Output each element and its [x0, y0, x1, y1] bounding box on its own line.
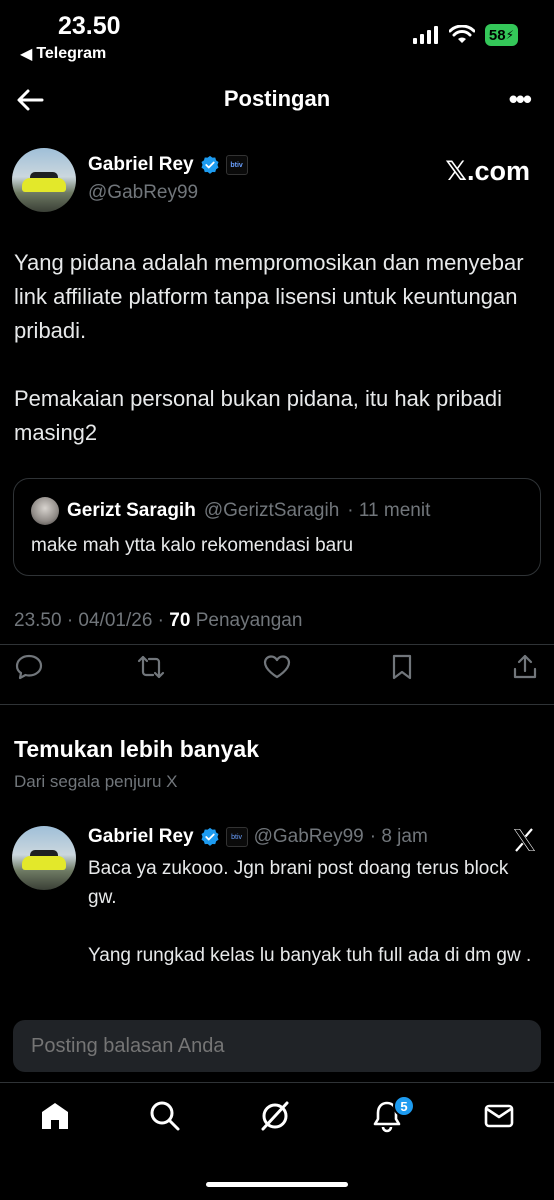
views-count[interactable]: 70 — [169, 610, 190, 631]
feed-post-body: Baca ya zukooo. Jgn brani post doang ter… — [88, 854, 538, 999]
wifi-icon — [448, 25, 475, 43]
x-logo-icon — [514, 828, 535, 852]
feed-post-paragraph: Yang rungkad kelas lu banyak tuh full ad… — [88, 945, 532, 966]
affiliate-badge[interactable]: btiv — [225, 827, 248, 847]
like-heart-icon[interactable] — [262, 652, 292, 682]
feed-post-header: Gabriel Rey btiv @GabRey99 · 8 jam — [88, 826, 428, 848]
status-time: 23.50 — [58, 12, 121, 40]
page-title: Postingan — [223, 86, 331, 111]
section-subtitle: Dari segala penjuru X — [14, 772, 178, 791]
search-icon[interactable] — [148, 1099, 182, 1133]
bookmark-icon[interactable] — [387, 652, 417, 682]
author-name[interactable]: Gabriel Rey — [88, 154, 194, 176]
feed-author-name[interactable]: Gabriel Rey — [88, 826, 194, 848]
back-triangle-icon: ◀ — [20, 46, 33, 63]
verified-badge-icon — [201, 827, 219, 846]
battery-level: 58 — [488, 26, 506, 44]
grok-icon[interactable] — [258, 1099, 292, 1133]
reply-icon[interactable] — [14, 652, 44, 682]
post-paragraph: Pemakaian personal bukan pidana, itu hak… — [14, 386, 502, 445]
author-name-row[interactable]: Gabriel Rey btiv — [88, 154, 248, 176]
feed-post[interactable]: Gabriel Rey btiv @GabRey99 · 8 jam Baca … — [12, 826, 542, 1006]
verified-badge-icon — [201, 155, 219, 174]
reply-bar — [0, 1006, 554, 1082]
author-handle[interactable]: @GabRey99 — [88, 182, 198, 204]
post-paragraph: Yang pidana adalah mempromosikan dan men… — [14, 250, 524, 343]
status-bar: 23.50 ◀ Telegram 58 ⚡ — [0, 0, 554, 70]
charging-icon: ⚡ — [505, 28, 514, 42]
messages-mail-icon[interactable] — [482, 1099, 516, 1133]
divider — [0, 644, 554, 645]
repost-icon[interactable] — [136, 652, 166, 682]
battery-indicator: 58 ⚡ — [484, 24, 518, 46]
reply-input[interactable] — [13, 1020, 541, 1072]
back-to-app-link[interactable]: ◀ Telegram — [20, 44, 106, 64]
signal-icon — [412, 26, 438, 44]
home-icon[interactable] — [38, 1099, 72, 1133]
feed-author-handle[interactable]: @GabRey99 — [254, 826, 364, 848]
divider — [0, 704, 554, 705]
post-timestamp: 23.50 · 04/01/26 · — [14, 610, 170, 631]
quote-avatar — [31, 497, 59, 525]
post-meta: 23.50 · 04/01/26 · 70 Penayangan — [14, 610, 302, 632]
quote-time: · 11 menit — [347, 500, 431, 521]
quoted-post[interactable]: Gerizt Saragih @GeriztSaragih · 11 menit… — [13, 478, 541, 576]
quote-author-name: Gerizt Saragih — [67, 500, 196, 521]
back-app-label: Telegram — [36, 45, 107, 62]
views-label: Penayangan — [190, 610, 303, 631]
quote-text: make mah ytta kalo rekomendasi baru — [31, 535, 354, 556]
share-icon[interactable] — [510, 652, 540, 682]
quote-author-handle: @GeriztSaragih — [203, 500, 340, 521]
quote-header: Gerizt Saragih @GeriztSaragih · 11 menit — [31, 497, 430, 525]
avatar[interactable] — [12, 826, 76, 890]
home-indicator — [206, 1182, 348, 1187]
x-com-watermark: 𝕏.com — [445, 156, 530, 186]
more-options-icon[interactable]: ••• — [509, 84, 532, 115]
feed-post-time: · 8 jam — [369, 826, 428, 847]
avatar[interactable] — [12, 148, 76, 212]
post-author: Gabriel Rey btiv @GabRey99 𝕏.com — [12, 148, 542, 218]
post-body: Yang pidana adalah mempromosikan dan men… — [14, 246, 534, 484]
section-title: Temukan lebih banyak — [14, 736, 259, 762]
post-actions — [0, 652, 554, 688]
feed-post-paragraph: Baca ya zukooo. Jgn brani post doang ter… — [88, 858, 509, 908]
post-header: Postingan ••• — [0, 74, 554, 130]
notification-count-badge: 5 — [393, 1095, 415, 1117]
affiliate-badge[interactable]: btiv — [225, 155, 248, 175]
